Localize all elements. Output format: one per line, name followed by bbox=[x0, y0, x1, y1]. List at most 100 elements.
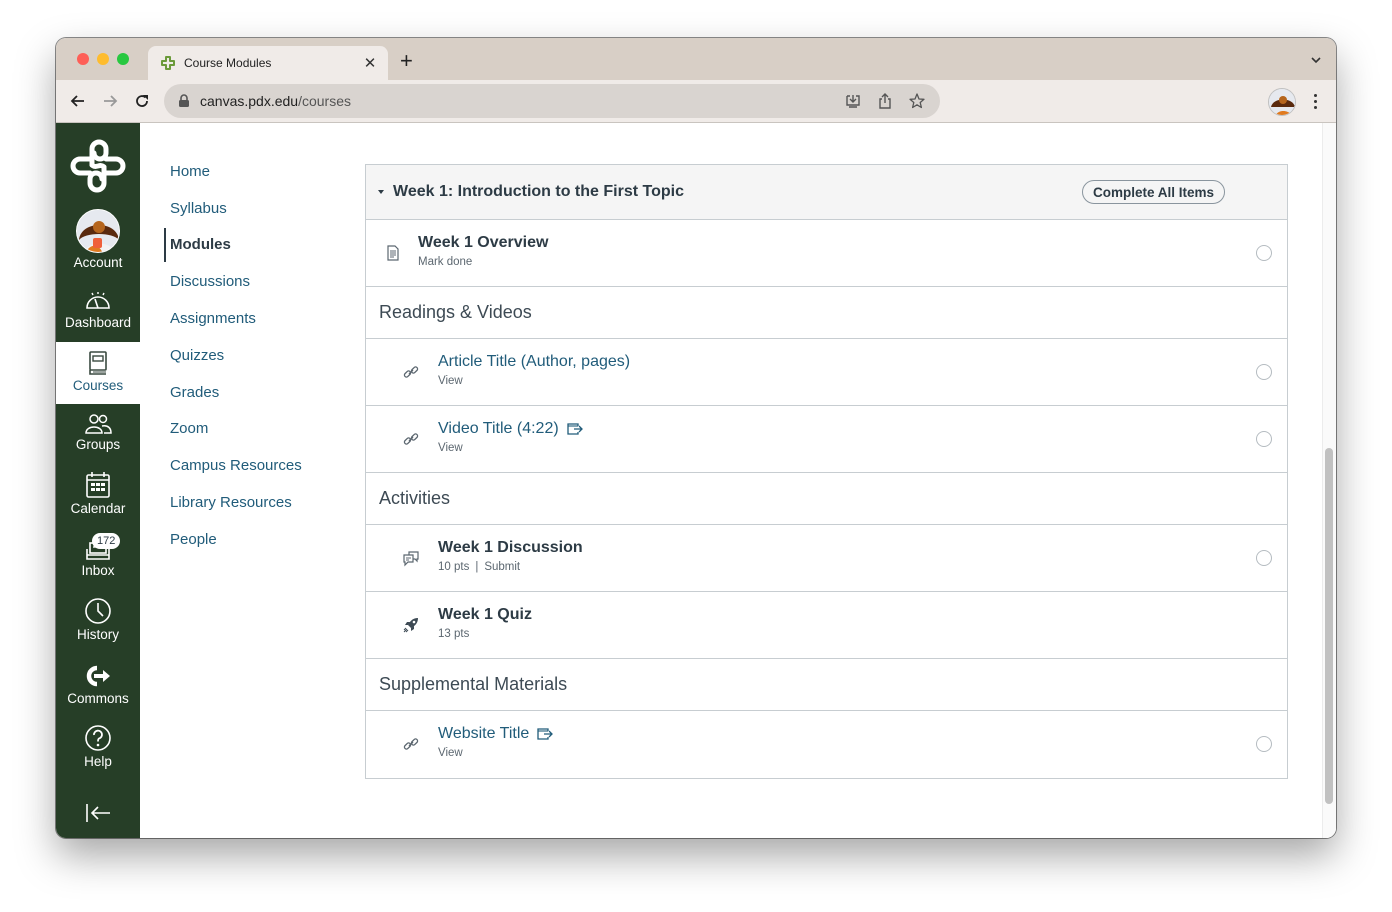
forward-button[interactable] bbox=[99, 90, 121, 112]
link-icon bbox=[403, 433, 419, 445]
course-nav-campus-resources[interactable]: Campus Resources bbox=[164, 447, 354, 484]
help-icon bbox=[85, 725, 111, 751]
module-item-title-text[interactable]: Website Title bbox=[438, 725, 529, 743]
completion-checkbox[interactable] bbox=[1256, 550, 1272, 566]
view-link[interactable]: View bbox=[438, 747, 553, 759]
url-path: /courses bbox=[298, 93, 351, 109]
module-item-text: Week 1 Quiz 13 pts bbox=[438, 606, 532, 640]
back-button[interactable] bbox=[67, 90, 89, 112]
course-nav-assignments[interactable]: Assignments bbox=[164, 300, 354, 337]
module-item-quiz: Week 1 Quiz 13 pts bbox=[366, 592, 1287, 659]
global-nav-courses[interactable]: Courses bbox=[56, 342, 140, 404]
reload-button[interactable] bbox=[131, 90, 153, 112]
module-item-title-text[interactable]: Week 1 Quiz bbox=[438, 606, 532, 624]
new-tab-button[interactable]: + bbox=[400, 50, 413, 72]
global-nav-help[interactable]: Help bbox=[56, 724, 140, 769]
module-item-title[interactable]: Week 1 Quiz bbox=[438, 606, 532, 624]
completion-checkbox[interactable] bbox=[1256, 364, 1272, 380]
module-item-title[interactable]: Article Title (Author, pages) bbox=[438, 353, 630, 371]
desktop: Course Modules ✕ + canvas.pdx.edu/course… bbox=[0, 0, 1392, 912]
view-link[interactable]: View bbox=[438, 375, 630, 387]
completion-checkbox[interactable] bbox=[1256, 736, 1272, 752]
install-app-icon[interactable] bbox=[844, 92, 862, 110]
global-nav-inbox[interactable]: 172 Inbox bbox=[56, 533, 140, 578]
module-item-title[interactable]: Week 1 Discussion bbox=[438, 539, 583, 557]
tab-close-icon[interactable]: ✕ bbox=[362, 54, 378, 72]
complete-all-items-button[interactable]: Complete All Items bbox=[1081, 180, 1225, 204]
canvas-page: Account Dashboard Courses Groups Calenda bbox=[56, 123, 1336, 838]
account-avatar bbox=[76, 209, 120, 253]
address-bar[interactable]: canvas.pdx.edu/courses bbox=[164, 84, 940, 118]
collapse-nav-icon[interactable] bbox=[84, 802, 112, 824]
history-icon bbox=[85, 598, 111, 624]
lock-icon bbox=[179, 94, 189, 107]
scrollbar-track[interactable] bbox=[1322, 123, 1336, 838]
points: 10 pts bbox=[438, 561, 470, 573]
bookmark-star-icon[interactable] bbox=[908, 92, 926, 110]
points: 13 pts bbox=[438, 628, 470, 640]
completion-checkbox[interactable] bbox=[1256, 431, 1272, 447]
global-nav-label: Help bbox=[84, 754, 112, 769]
tab-course-modules[interactable]: Course Modules ✕ bbox=[148, 46, 388, 80]
browser-window: Course Modules ✕ + canvas.pdx.edu/course… bbox=[56, 38, 1336, 838]
page-icon bbox=[387, 245, 399, 261]
scrollbar-thumb[interactable] bbox=[1325, 448, 1333, 804]
module-week-1: Week 1: Introduction to the First Topic … bbox=[365, 164, 1288, 779]
course-nav-discussions[interactable]: Discussions bbox=[164, 263, 354, 300]
external-link-icon bbox=[567, 423, 583, 435]
global-nav-label: Commons bbox=[67, 691, 129, 706]
course-nav-home[interactable]: Home bbox=[164, 153, 354, 190]
module-item-title-text[interactable]: Video Title (4:22) bbox=[438, 420, 559, 438]
module-item-text: Week 1 Overview Mark done bbox=[418, 234, 548, 268]
module-item-title[interactable]: Website Title bbox=[438, 725, 554, 743]
psu-favicon-icon bbox=[161, 56, 175, 70]
url-text: canvas.pdx.edu/courses bbox=[200, 93, 830, 109]
global-nav-account[interactable]: Account bbox=[56, 209, 140, 270]
mark-done-link[interactable]: Mark done bbox=[418, 256, 548, 268]
course-nav-people[interactable]: People bbox=[164, 521, 354, 558]
profile-avatar[interactable] bbox=[1268, 88, 1296, 116]
browser-menu-icon[interactable] bbox=[1312, 92, 1318, 112]
course-nav-grades[interactable]: Grades bbox=[164, 374, 354, 411]
browser-toolbar: canvas.pdx.edu/courses bbox=[56, 80, 1336, 123]
completion-checkbox[interactable] bbox=[1256, 245, 1272, 261]
submit-requirement: Submit bbox=[484, 561, 521, 573]
global-nav-label: Courses bbox=[72, 378, 124, 393]
avatar-illustration-icon bbox=[1269, 89, 1295, 115]
maximize-window-button[interactable] bbox=[117, 53, 129, 65]
caret-down-icon[interactable] bbox=[377, 188, 385, 196]
course-nav-zoom[interactable]: Zoom bbox=[164, 411, 354, 448]
minimize-window-button[interactable] bbox=[97, 53, 109, 65]
module-item-title-text[interactable]: Article Title (Author, pages) bbox=[438, 353, 630, 371]
commons-icon bbox=[86, 665, 110, 687]
course-nav-modules[interactable]: Modules bbox=[164, 227, 354, 264]
global-nav-history[interactable]: History bbox=[56, 597, 140, 642]
module-item-title[interactable]: Video Title (4:22) bbox=[438, 420, 583, 438]
course-nav-library-resources[interactable]: Library Resources bbox=[164, 484, 354, 521]
arrow-right-icon bbox=[104, 95, 118, 107]
share-icon[interactable] bbox=[876, 92, 894, 110]
global-nav-calendar[interactable]: Calendar bbox=[56, 471, 140, 516]
subheader-activities: Activities bbox=[366, 473, 1287, 525]
chevron-down-icon[interactable] bbox=[1310, 54, 1322, 66]
module-item-title[interactable]: Week 1 Overview bbox=[418, 234, 548, 252]
course-nav-quizzes[interactable]: Quizzes bbox=[164, 337, 354, 374]
module-title[interactable]: Week 1: Introduction to the First Topic bbox=[393, 183, 1082, 201]
global-nav-dashboard[interactable]: Dashboard bbox=[56, 289, 140, 330]
course-navigation: Home Syllabus Modules Discussions Assign… bbox=[164, 153, 354, 558]
course-nav-syllabus[interactable]: Syllabus bbox=[164, 190, 354, 227]
global-nav-label: Dashboard bbox=[64, 315, 132, 330]
module-item-title-text[interactable]: Week 1 Discussion bbox=[438, 539, 583, 557]
link-icon bbox=[403, 366, 419, 378]
reload-icon bbox=[136, 95, 148, 107]
module-item-text: Video Title (4:22) View bbox=[438, 420, 583, 454]
close-window-button[interactable] bbox=[77, 53, 89, 65]
global-nav-groups[interactable]: Groups bbox=[56, 413, 140, 452]
module-item-article: Article Title (Author, pages) View bbox=[366, 339, 1287, 406]
module-item-website: Website Title View bbox=[366, 711, 1287, 778]
tab-title: Course Modules bbox=[184, 56, 272, 70]
view-link[interactable]: View bbox=[438, 442, 583, 454]
psu-logo-icon[interactable] bbox=[68, 135, 128, 197]
global-nav-label: Groups bbox=[75, 437, 121, 452]
global-nav-commons[interactable]: Commons bbox=[56, 663, 140, 706]
